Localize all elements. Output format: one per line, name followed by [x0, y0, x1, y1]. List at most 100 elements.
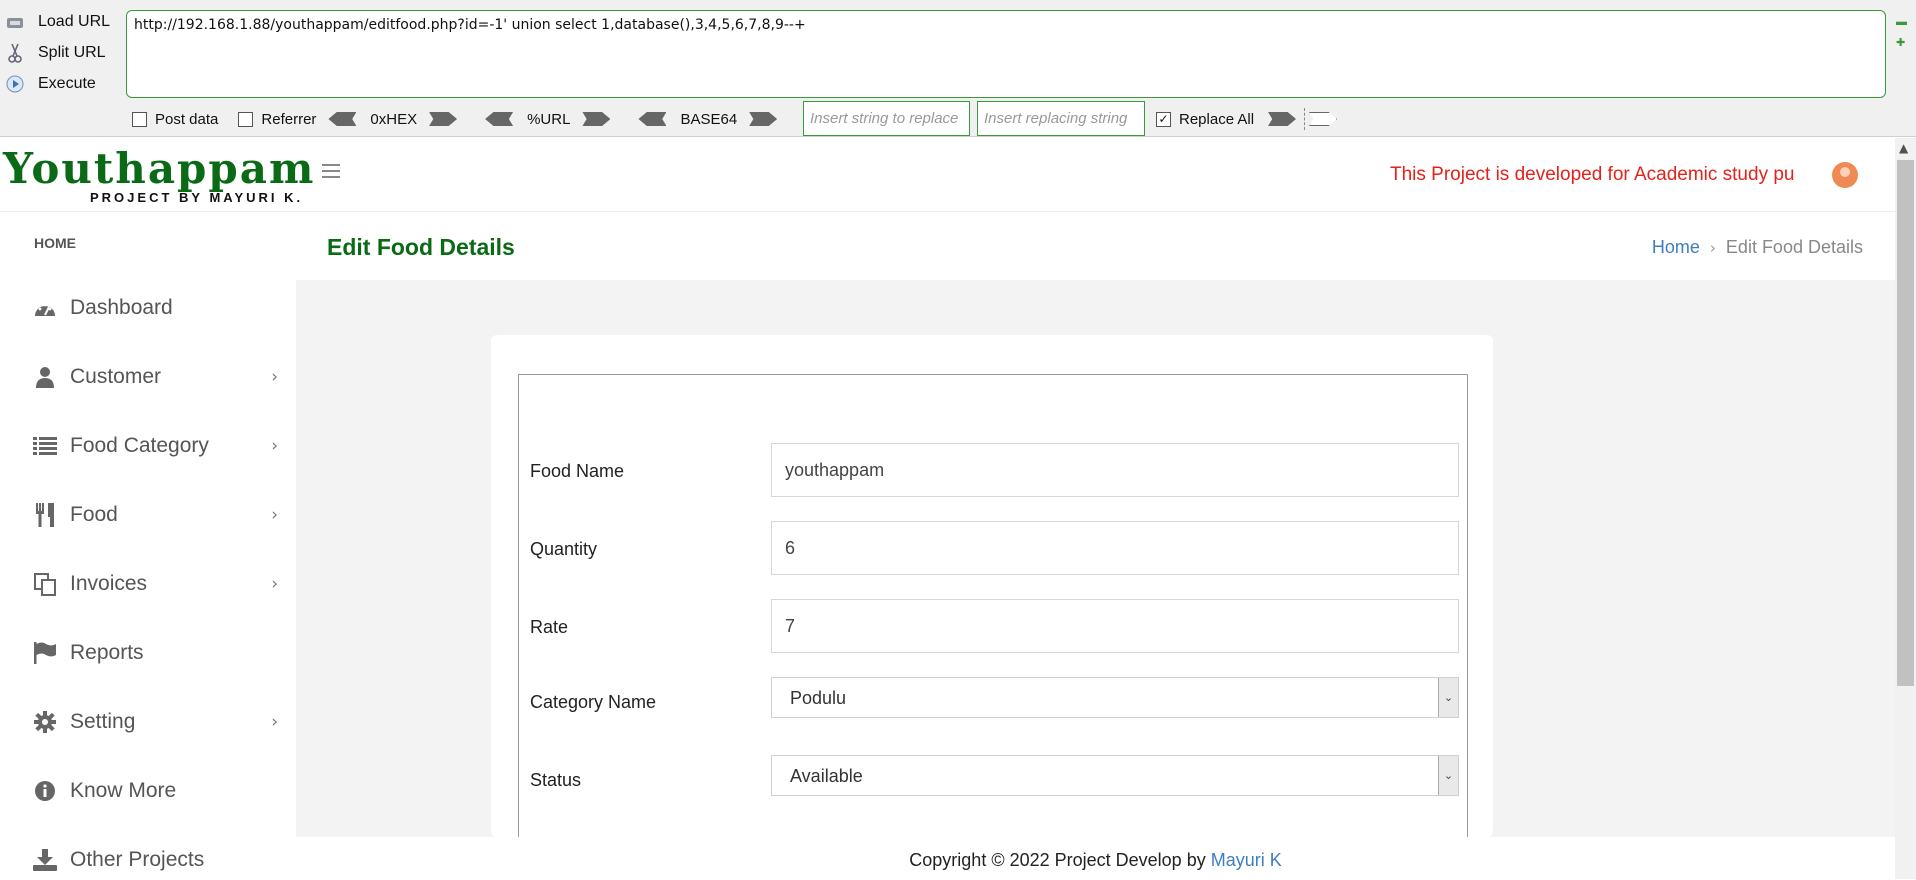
footer: Copyright © 2022 Project Develop by Mayu… — [296, 837, 1895, 879]
split-url-button[interactable]: Split URL — [0, 39, 120, 67]
hex-label: 0xHEX — [370, 110, 418, 128]
load-url-button[interactable]: Load URL — [0, 8, 120, 36]
base64-decode-arrow-icon[interactable] — [638, 112, 667, 126]
footer-author-link[interactable]: Mayuri K — [1211, 850, 1282, 870]
chevron-right-icon: › — [271, 712, 278, 732]
logo-subtitle: PROJECT BY MAYURI K. — [90, 190, 304, 205]
replacing-string-input[interactable]: Insert replacing string — [977, 101, 1145, 136]
page-title-bar: Edit Food Details Home › Edit Food Detai… — [296, 212, 1895, 280]
footer-copyright: Copyright © 2022 Project Develop by — [909, 850, 1211, 870]
replace-all-checkbox[interactable]: ✓ — [1156, 111, 1171, 127]
referrer-checkbox[interactable]: Referrer — [238, 111, 316, 128]
quantity-label: Quantity — [530, 539, 598, 559]
gear-icon — [32, 711, 58, 733]
utensils-icon — [32, 503, 58, 527]
sidebar-item-label: Customer — [70, 365, 162, 388]
status-select[interactable]: Available ⌄ — [771, 755, 1459, 796]
category-select[interactable]: Podulu ⌄ — [771, 677, 1459, 718]
category-selected-value: Podulu — [790, 688, 847, 708]
url-decode-arrow-icon[interactable] — [485, 112, 514, 126]
chevron-right-icon: › — [271, 436, 278, 456]
status-row: Status Available ⌄ — [519, 755, 1469, 809]
logo-title[interactable]: Youthappam — [3, 144, 315, 193]
user-icon — [32, 366, 58, 388]
replace-all-row: ✓ Replace All — [1156, 107, 1338, 131]
sidebar-item-label: Food — [70, 503, 118, 526]
breadcrumb: Home › Edit Food Details — [1652, 237, 1863, 258]
list-icon — [32, 436, 58, 456]
breadcrumb-home-link[interactable]: Home — [1652, 237, 1700, 258]
sidebar-item-reports[interactable]: Reports — [0, 633, 296, 673]
hamburger-menu-icon[interactable] — [322, 164, 340, 182]
rate-label: Rate — [530, 617, 569, 637]
split-url-label: Split URL — [38, 44, 106, 61]
post-data-checkbox[interactable]: Post data — [132, 111, 218, 128]
academic-notice: This Project is developed for Academic s… — [1390, 164, 1795, 185]
edit-food-form: Food Name youthappam Quantity 6 Rate 7 C… — [518, 374, 1468, 837]
status-selected-value: Available — [790, 766, 863, 786]
chevron-down-icon[interactable]: ⌄ — [1438, 756, 1458, 795]
url-textarea[interactable]: http://192.168.1.88/youthappam/editfood.… — [126, 10, 1886, 98]
hex-decode-arrow-icon[interactable] — [328, 112, 357, 126]
sidebar-item-customer[interactable]: Customer › — [0, 357, 296, 397]
app-header: Youthappam PROJECT BY MAYURI K. This Pro… — [0, 138, 1895, 212]
execute-label: Execute — [38, 75, 96, 92]
scrollbar-thumb[interactable] — [1897, 160, 1914, 686]
sidebar: HOME Dashboard Customer › Food Category … — [0, 212, 296, 879]
url-enc-label: %URL — [527, 110, 571, 128]
user-avatar[interactable] — [1832, 162, 1858, 188]
referrer-label: Referrer — [261, 110, 317, 128]
post-data-label: Post data — [155, 110, 219, 128]
sidebar-item-label: Other Projects — [70, 848, 205, 871]
scroll-up-arrow-icon[interactable]: ▲ — [1899, 141, 1908, 155]
chevron-right-icon: › — [271, 367, 278, 387]
add-icon[interactable]: ✚ — [1896, 38, 1906, 49]
play-icon — [4, 73, 26, 95]
hackbar-options: Post data Referrer 0xHEX %URL BASE64 — [132, 107, 778, 131]
sidebar-item-setting[interactable]: Setting › — [0, 702, 296, 742]
replace-arrow-icon[interactable] — [1268, 112, 1297, 126]
sidebar-heading: HOME — [34, 235, 76, 251]
sidebar-item-invoices[interactable]: Invoices › — [0, 564, 296, 604]
base64-encode-arrow-icon[interactable] — [749, 112, 778, 126]
hex-encode-arrow-icon[interactable] — [429, 112, 458, 126]
rate-input[interactable]: 7 — [771, 599, 1459, 653]
sidebar-item-dashboard[interactable]: Dashboard — [0, 288, 296, 328]
url-encode-arrow-icon[interactable] — [582, 112, 611, 126]
sidebar-item-other-projects[interactable]: Other Projects — [0, 840, 296, 880]
dashboard-icon — [32, 298, 58, 318]
load-url-label: Load URL — [38, 13, 111, 30]
info-icon — [32, 780, 58, 802]
category-row: Category Name Podulu ⌄ — [519, 677, 1469, 731]
post-data-box[interactable] — [132, 111, 147, 127]
replace-next-arrow-icon[interactable] — [1309, 112, 1338, 126]
referrer-box[interactable] — [238, 111, 254, 127]
replace-all-label: Replace All — [1179, 110, 1255, 128]
edit-food-card: Food Name youthappam Quantity 6 Rate 7 C… — [491, 335, 1493, 837]
execute-button[interactable]: Execute — [0, 70, 120, 98]
food-name-input[interactable]: youthappam — [771, 443, 1459, 497]
load-url-icon — [4, 11, 26, 33]
quantity-row: Quantity 6 — [519, 521, 1469, 575]
main-content: Edit Food Details Home › Edit Food Detai… — [296, 212, 1895, 837]
expand-icon[interactable]: ▬ — [1896, 17, 1907, 28]
page-scrollbar[interactable]: ▲ — [1895, 138, 1916, 879]
sidebar-item-know-more[interactable]: Know More — [0, 771, 296, 811]
copy-icon — [32, 572, 58, 596]
chevron-right-icon: › — [271, 574, 278, 594]
sidebar-item-label: Invoices — [70, 572, 148, 595]
sidebar-item-food-category[interactable]: Food Category › — [0, 426, 296, 466]
download-icon — [32, 849, 58, 871]
quantity-input[interactable]: 6 — [771, 521, 1459, 575]
separator — [1304, 108, 1306, 130]
scissors-icon — [4, 42, 26, 64]
chevron-down-icon[interactable]: ⌄ — [1438, 678, 1458, 717]
sidebar-item-food[interactable]: Food › — [0, 495, 296, 535]
status-label: Status — [530, 770, 582, 790]
sidebar-item-label: Reports — [70, 641, 144, 664]
rate-row: Rate 7 — [519, 599, 1469, 653]
replace-string-input[interactable]: Insert string to replace — [803, 101, 970, 136]
breadcrumb-current: Edit Food Details — [1725, 237, 1863, 257]
food-name-row: Food Name youthappam — [519, 443, 1469, 497]
sidebar-item-label: Know More — [70, 779, 177, 802]
